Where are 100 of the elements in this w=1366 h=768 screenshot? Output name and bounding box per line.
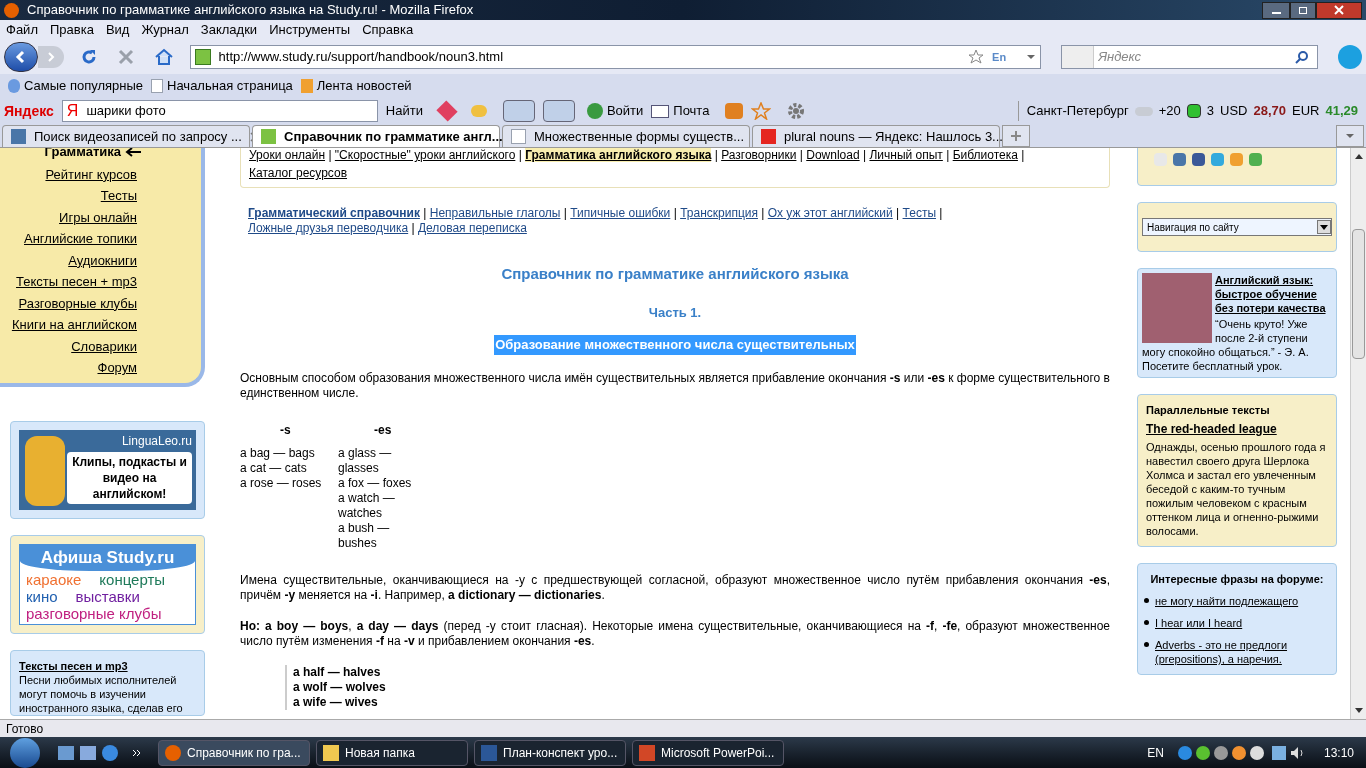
scroll-down-icon[interactable] [1354,708,1363,713]
new-tab-button[interactable] [1002,125,1030,147]
login-button[interactable]: Войти [606,101,644,121]
menu-item[interactable]: Закладки [200,20,258,40]
sub-link[interactable]: Ложные друзья переводчика [248,221,409,235]
sub-link[interactable]: Тесты [902,206,936,220]
search-input[interactable]: Яндекс [1094,47,1296,67]
address-field[interactable]: http://www.study.ru/support/handbook/noun3.html En [189,45,1042,69]
menu-item[interactable]: Инструменты [269,20,351,40]
search-icon[interactable] [1295,50,1310,64]
sidebar-link[interactable]: Тексты песен + mp3 [16,273,141,291]
ad-link[interactable]: Английский язык: быстрое обучение без потери качества [1142,273,1332,315]
event-tag[interactable]: выставки [75,587,140,605]
dropdown-icon [1320,224,1328,230]
top-link[interactable]: Разговорники [721,148,797,162]
menu-item[interactable]: Файл [6,20,38,40]
taskbar-button[interactable]: Новая папка [316,739,468,766]
forum-link[interactable]: Adverbs - это не предлоги (prepositions), а наречия. [1155,638,1330,666]
tray-icon[interactable] [1213,745,1228,760]
mail-button[interactable]: Почта [673,101,710,121]
browser-tab[interactable]: Справочник по грамматике англ... [252,125,500,147]
bookmark-link[interactable]: Лента новостей [316,76,412,96]
taskbar-button[interactable]: Справочник по гра... [158,739,310,766]
sidebar-link[interactable]: Форум [97,359,141,377]
top-link[interactable]: Личный опыт [869,148,943,162]
sub-link[interactable]: Грамматический справочник [248,206,420,220]
top-link[interactable]: Уроки онлайн [249,148,326,162]
sidebar-link[interactable]: Тесты [100,187,141,205]
close-button[interactable] [1316,1,1362,19]
event-tag[interactable]: кино [26,587,58,605]
browser-tab[interactable]: plural nouns — Яндекс: Нашлось 3... [752,125,1000,147]
site-navigation-select[interactable]: Навигация по сайту [1142,218,1332,236]
sub-link[interactable]: Деловая переписка [417,221,527,235]
home-icon[interactable] [153,48,174,66]
find-button[interactable]: Найти [385,101,423,121]
taskbar-button[interactable]: План-конспект уро... [474,739,626,766]
share-icon[interactable] [1173,153,1186,166]
scroll-up-icon[interactable] [1354,154,1363,159]
language-indicator[interactable]: EN [1147,743,1164,762]
sub-link[interactable]: Транскрипция [680,206,758,220]
sub-link[interactable]: Типичные ошибки [570,206,671,220]
sidebar-link[interactable]: Книги на английском [11,316,141,334]
yandex-search-field[interactable]: Я шарики фото [61,100,378,122]
forum-link[interactable]: I hear или I heard [1155,616,1243,630]
star-icon[interactable] [968,49,985,65]
sidebar-link[interactable]: Игры онлайн [59,208,141,226]
yandex-logo: Яндекс [4,101,54,121]
sidebar-link[interactable]: Разговорные клубы [18,294,141,312]
menu-item[interactable]: Правка [49,20,94,40]
browser-icon[interactable] [102,744,118,761]
sidebar-link[interactable]: Рейтинг курсов [45,165,141,183]
sidebar-link[interactable]: Словарики [71,337,141,355]
bookmark-link[interactable]: Самые популярные [24,76,144,96]
afisha-banner[interactable]: Афиша Study.ru караоке концерты кино выставки разговорные клубы [19,544,196,625]
sidebar-link[interactable]: Английские топики [24,230,141,248]
bookmark-link[interactable]: Начальная страница [167,76,293,96]
usd-rate: 28,70 [1253,102,1286,121]
forum-link[interactable]: не могу найти подлежащего [1155,594,1299,608]
minimize-button[interactable] [1262,1,1290,19]
lingualeo-banner[interactable]: LinguaLeo.ru Клипы, подкасты и видео на английском! [19,430,196,510]
top-link[interactable]: "Скоростные" уроки английского [334,148,516,162]
sub-link[interactable]: Ох уж этот английский [767,206,893,220]
top-link[interactable]: Грамматика английского языка [525,148,712,162]
browser-tab[interactable]: Множественные формы существ... [502,125,750,147]
menu-item[interactable]: Вид [105,20,130,40]
intro-paragraph: Основным способом образования множественного числа имён существительных является прибавление окончания -s или -es к форме существительного в единственном числе. [240,370,1110,400]
chevron-icon[interactable] [132,748,142,757]
search-field[interactable]: Яндекс [1061,45,1319,69]
language-indicator[interactable]: En [992,48,1007,66]
menu-item[interactable]: Журнал [141,20,189,40]
menu-item[interactable]: Справка [362,20,414,40]
gear-icon[interactable] [787,102,806,120]
parallel-text-link[interactable]: The red-headed league [1146,422,1328,436]
top-link[interactable]: Каталог ресурсов [249,166,348,180]
spellcheck-button[interactable] [502,100,535,122]
star-icon[interactable] [751,102,772,120]
tray-icon[interactable] [1231,745,1246,760]
taskbar-button[interactable]: Microsoft PowerPoi... [632,739,784,766]
tab-title: plural nouns — Яндекс: Нашлось 3... [784,127,1003,146]
scrollbar-thumb[interactable] [1352,229,1365,359]
sub-link[interactable]: Неправильные глаголы [429,206,561,220]
share-icon[interactable] [1192,153,1205,166]
event-tag[interactable]: разговорные клубы [26,604,162,622]
tray-icon[interactable] [1249,745,1264,760]
translate-button[interactable] [542,100,575,122]
back-button[interactable] [4,42,38,72]
restore-button[interactable] [1290,1,1316,19]
browser-tab[interactable]: Поиск видеозаписей по запросу ... [2,125,250,147]
tray-icon[interactable] [1195,745,1210,760]
dropdown-icon[interactable] [1026,54,1037,60]
show-desktop-icon[interactable] [58,745,74,760]
songs-link[interactable]: Тексты песен и mp3 [19,658,196,673]
top-link[interactable]: Библиотека [952,148,1018,162]
window-switch-icon[interactable] [80,745,96,760]
top-link[interactable]: Download [806,148,860,162]
start-button[interactable] [10,737,40,768]
event-tag[interactable]: концерты [99,570,166,588]
volume-icon[interactable] [1289,745,1306,760]
sidebar-link[interactable]: Аудиокниги [68,251,141,269]
tab-list-button[interactable] [1336,125,1364,147]
